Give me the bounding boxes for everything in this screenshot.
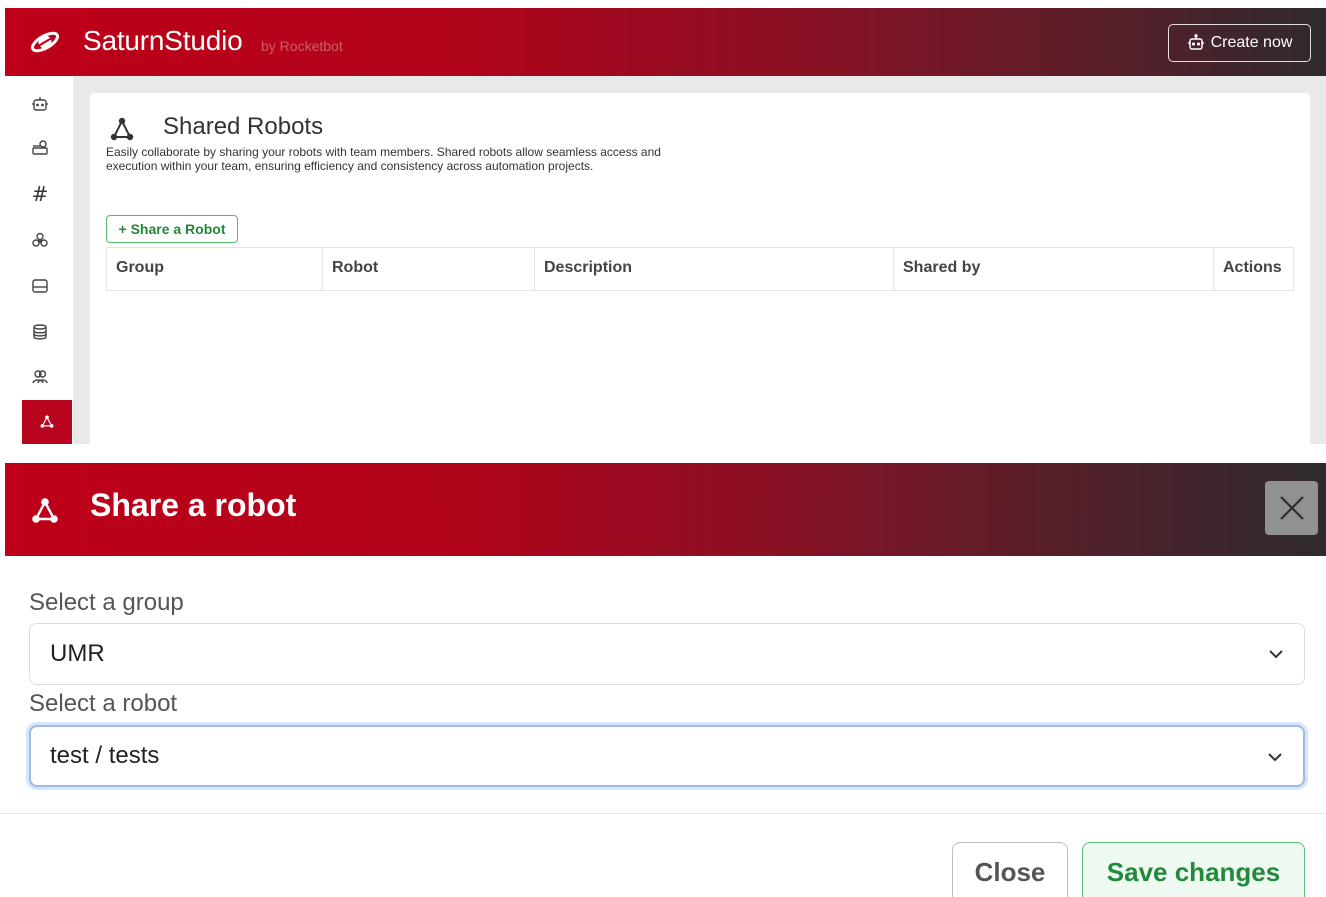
group-select-label: Select a group [29,589,184,616]
group-select-value: UMR [50,640,105,667]
database-icon [33,324,47,340]
group-select[interactable]: UMR [29,623,1305,685]
sidebar-item-shared-robots[interactable] [22,400,72,444]
page-title: Shared Robots [163,113,324,140]
share-nodes-icon [32,498,58,523]
robot-select[interactable]: test / tests [29,725,1305,787]
sidebar-item-users[interactable] [22,359,58,395]
server-icon [32,140,48,155]
chevron-down-icon [1269,650,1283,659]
save-changes-button[interactable]: Save changes [1082,842,1305,897]
robot-icon [1187,34,1204,50]
sidebar: # [5,76,73,444]
share-robot-button[interactable]: + Share a Robot [106,215,238,243]
page-description: Easily collaborate by sharing your robot… [106,145,661,173]
shared-robots-table: Group Robot Description Shared by Action… [106,247,1294,291]
modal-title: Share a robot [90,487,297,523]
saturn-logo-icon [31,31,59,53]
close-icon [1279,496,1304,520]
sidebar-item-forms[interactable] [22,268,58,304]
share-nodes-icon [40,415,54,428]
create-now-label: Create now [1210,34,1293,51]
app-header: SaturnStudio by Rocketbot Create now [5,8,1326,76]
hash-icon: # [31,182,49,206]
sidebar-item-tags[interactable]: # [22,176,58,212]
sidebar-item-integrations[interactable] [22,222,58,258]
column-header-description[interactable]: Description [535,248,894,290]
biohazard-icon [32,232,48,247]
chevron-down-icon [1268,753,1282,762]
sidebar-item-robots[interactable] [22,86,58,122]
close-button[interactable]: Close [952,842,1068,897]
column-header-actions[interactable]: Actions [1214,248,1293,290]
column-header-group[interactable]: Group [107,248,323,290]
brand-byline: by Rocketbot [261,38,343,54]
robot-select-value: test / tests [50,742,160,769]
shared-robots-card: Shared Robots Easily collaborate by shar… [90,93,1310,444]
share-nodes-icon [110,117,134,141]
brand-name: SaturnStudio [83,25,243,56]
window-icon [32,279,48,293]
modal-header: Share a robot [5,463,1326,556]
sidebar-item-databases[interactable] [22,314,58,350]
robot-select-label: Select a robot [29,690,178,717]
robot-icon [32,97,48,111]
column-header-shared-by[interactable]: Shared by [894,248,1214,290]
sidebar-item-orchestrator[interactable] [22,130,58,166]
modal-close-button[interactable] [1265,481,1318,535]
create-now-button[interactable]: Create now [1168,24,1311,62]
modal-footer-divider [0,813,1326,814]
main-content: Shared Robots Easily collaborate by shar… [73,76,1326,444]
column-header-robot[interactable]: Robot [323,248,535,290]
users-icon [32,370,48,384]
